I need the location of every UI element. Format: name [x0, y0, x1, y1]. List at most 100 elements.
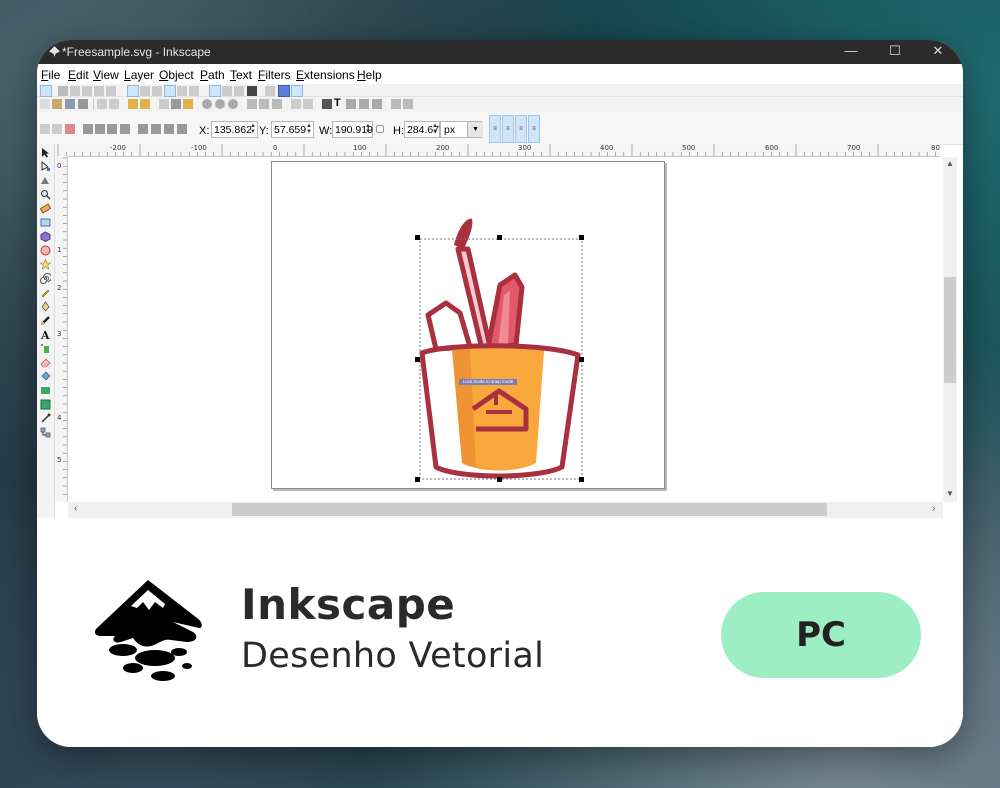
snap-object-center-icon[interactable]	[222, 86, 232, 96]
chevron-down-icon[interactable]: ▼	[467, 122, 483, 137]
scale-handle-e[interactable]	[579, 357, 584, 362]
clone-icon[interactable]	[259, 99, 269, 109]
scale-handle-sw[interactable]	[415, 477, 420, 482]
paint-bucket-tool-icon[interactable]	[40, 371, 51, 382]
text-tool-icon[interactable]: A	[40, 329, 51, 340]
snap-page-icon[interactable]	[265, 86, 275, 96]
snap-corner-icon[interactable]	[82, 86, 92, 96]
eraser-tool-icon[interactable]	[40, 357, 51, 368]
horizontal-scrollbar[interactable]: ‹ ›	[68, 502, 943, 518]
zoom-page-icon[interactable]	[228, 99, 238, 109]
document-properties-icon[interactable]	[391, 99, 401, 109]
xml-editor-icon[interactable]	[346, 99, 356, 109]
node-tool-icon[interactable]	[40, 161, 51, 172]
connector-tool-icon[interactable]	[40, 427, 51, 438]
spiral-tool-icon[interactable]	[40, 273, 51, 284]
selector-arrow-icon[interactable]	[40, 147, 51, 158]
width-input[interactable]: 190.919 ▲ ▼	[332, 121, 373, 138]
snap-cusp-icon[interactable]	[164, 85, 176, 97]
align-distribute-icon[interactable]	[359, 99, 369, 109]
pencil-tool-icon[interactable]	[40, 287, 51, 298]
save-icon[interactable]	[65, 99, 75, 109]
objects-icon[interactable]	[372, 99, 382, 109]
minimize-button[interactable]: —	[833, 40, 869, 64]
unlink-clone-icon[interactable]	[272, 99, 282, 109]
select-all-icon[interactable]	[40, 124, 50, 134]
y-input[interactable]: 57.659 ▲ ▼	[271, 121, 314, 138]
dropper-tool-icon[interactable]	[40, 413, 51, 424]
snap-toggle-icon[interactable]	[40, 85, 52, 97]
import-icon[interactable]	[97, 99, 107, 109]
chevron-up-icon[interactable]: ▲	[943, 159, 957, 168]
lock-ratio-icon[interactable]	[376, 125, 384, 133]
snap-smooth-icon[interactable]	[177, 86, 187, 96]
redo-icon[interactable]	[140, 99, 150, 109]
platform-badge[interactable]: PC	[721, 592, 921, 678]
preferences-icon[interactable]	[403, 99, 413, 109]
snap-text-baseline-icon[interactable]	[247, 86, 257, 96]
snap-path-icon[interactable]	[140, 86, 150, 96]
menu-text[interactable]: Text	[230, 68, 252, 82]
scale-handle-w[interactable]	[415, 357, 420, 362]
scale-stroke-button[interactable]: ≡	[489, 115, 501, 143]
cut-icon[interactable]	[171, 99, 181, 109]
menu-extensions[interactable]: Extensions	[296, 68, 355, 82]
snap-guide-icon[interactable]	[291, 85, 303, 97]
fill-stroke-icon[interactable]	[322, 99, 332, 109]
pen-tool-icon[interactable]	[40, 301, 51, 312]
print-icon[interactable]	[78, 99, 88, 109]
x-input[interactable]: 135.862 ▲ ▼	[211, 121, 258, 138]
duplicate-icon[interactable]	[247, 99, 257, 109]
menu-object[interactable]: Object	[159, 68, 194, 82]
spin-arrows-icon[interactable]: ▲ ▼	[306, 123, 312, 136]
spray-tool-icon[interactable]	[40, 343, 51, 354]
scale-corners-button[interactable]: ≡	[502, 115, 514, 143]
move-patterns-button[interactable]: ≡	[528, 115, 540, 143]
snap-others-icon[interactable]	[209, 85, 221, 97]
menu-help[interactable]: Help	[357, 68, 382, 82]
paste-icon[interactable]	[183, 99, 193, 109]
zoom-drawing-icon[interactable]	[215, 99, 225, 109]
raise-icon[interactable]	[151, 124, 161, 134]
mesh-tool-icon[interactable]	[40, 399, 51, 410]
zoom-tool-icon[interactable]	[40, 189, 51, 200]
vertical-scroll-thumb[interactable]	[944, 277, 956, 383]
scale-handle-s[interactable]	[497, 477, 502, 482]
select-all-layers-icon[interactable]	[52, 124, 62, 134]
3d-box-tool-icon[interactable]	[40, 231, 51, 242]
scale-handle-n[interactable]	[497, 235, 502, 240]
drawing-canvas[interactable]: Lock mode to snap mode	[68, 157, 943, 502]
menu-edit[interactable]: Edit	[68, 68, 89, 82]
snap-center-icon[interactable]	[106, 86, 116, 96]
menu-file[interactable]: File	[41, 68, 60, 82]
rotate-ccw-icon[interactable]	[83, 124, 93, 134]
menu-path[interactable]: Path	[200, 68, 225, 82]
scale-handle-se[interactable]	[579, 477, 584, 482]
raise-to-top-icon[interactable]	[138, 124, 148, 134]
open-icon[interactable]	[52, 99, 62, 109]
zoom-selection-icon[interactable]	[202, 99, 212, 109]
copy-icon[interactable]	[159, 99, 169, 109]
tweak-tool-icon[interactable]	[40, 175, 51, 186]
chevron-left-icon[interactable]: ‹	[74, 503, 77, 514]
height-input[interactable]: 284.677 ▲ ▼	[404, 121, 445, 138]
chevron-right-icon[interactable]: ›	[932, 503, 935, 514]
lower-icon[interactable]	[164, 124, 174, 134]
snap-grid-icon[interactable]	[278, 85, 290, 97]
menu-layer[interactable]: Layer	[124, 68, 154, 82]
calligraphy-tool-icon[interactable]	[40, 315, 51, 326]
close-button[interactable]: ✕	[920, 40, 956, 64]
spin-arrows-icon[interactable]: ▲ ▼	[250, 123, 256, 136]
move-gradients-button[interactable]: ≡	[515, 115, 527, 143]
menu-view[interactable]: View	[93, 68, 119, 82]
group-icon[interactable]	[291, 99, 301, 109]
rectangle-tool-icon[interactable]	[40, 217, 51, 228]
snap-intersection-icon[interactable]	[152, 86, 162, 96]
export-icon[interactable]	[109, 99, 119, 109]
chevron-down-icon[interactable]: ▼	[943, 489, 957, 498]
pencil-cup-illustration[interactable]	[68, 157, 943, 502]
snap-nodes-icon[interactable]	[127, 85, 139, 97]
ellipse-tool-icon[interactable]	[40, 245, 51, 256]
ungroup-icon[interactable]	[303, 99, 313, 109]
spin-arrows-icon[interactable]: ▲ ▼	[365, 123, 371, 136]
